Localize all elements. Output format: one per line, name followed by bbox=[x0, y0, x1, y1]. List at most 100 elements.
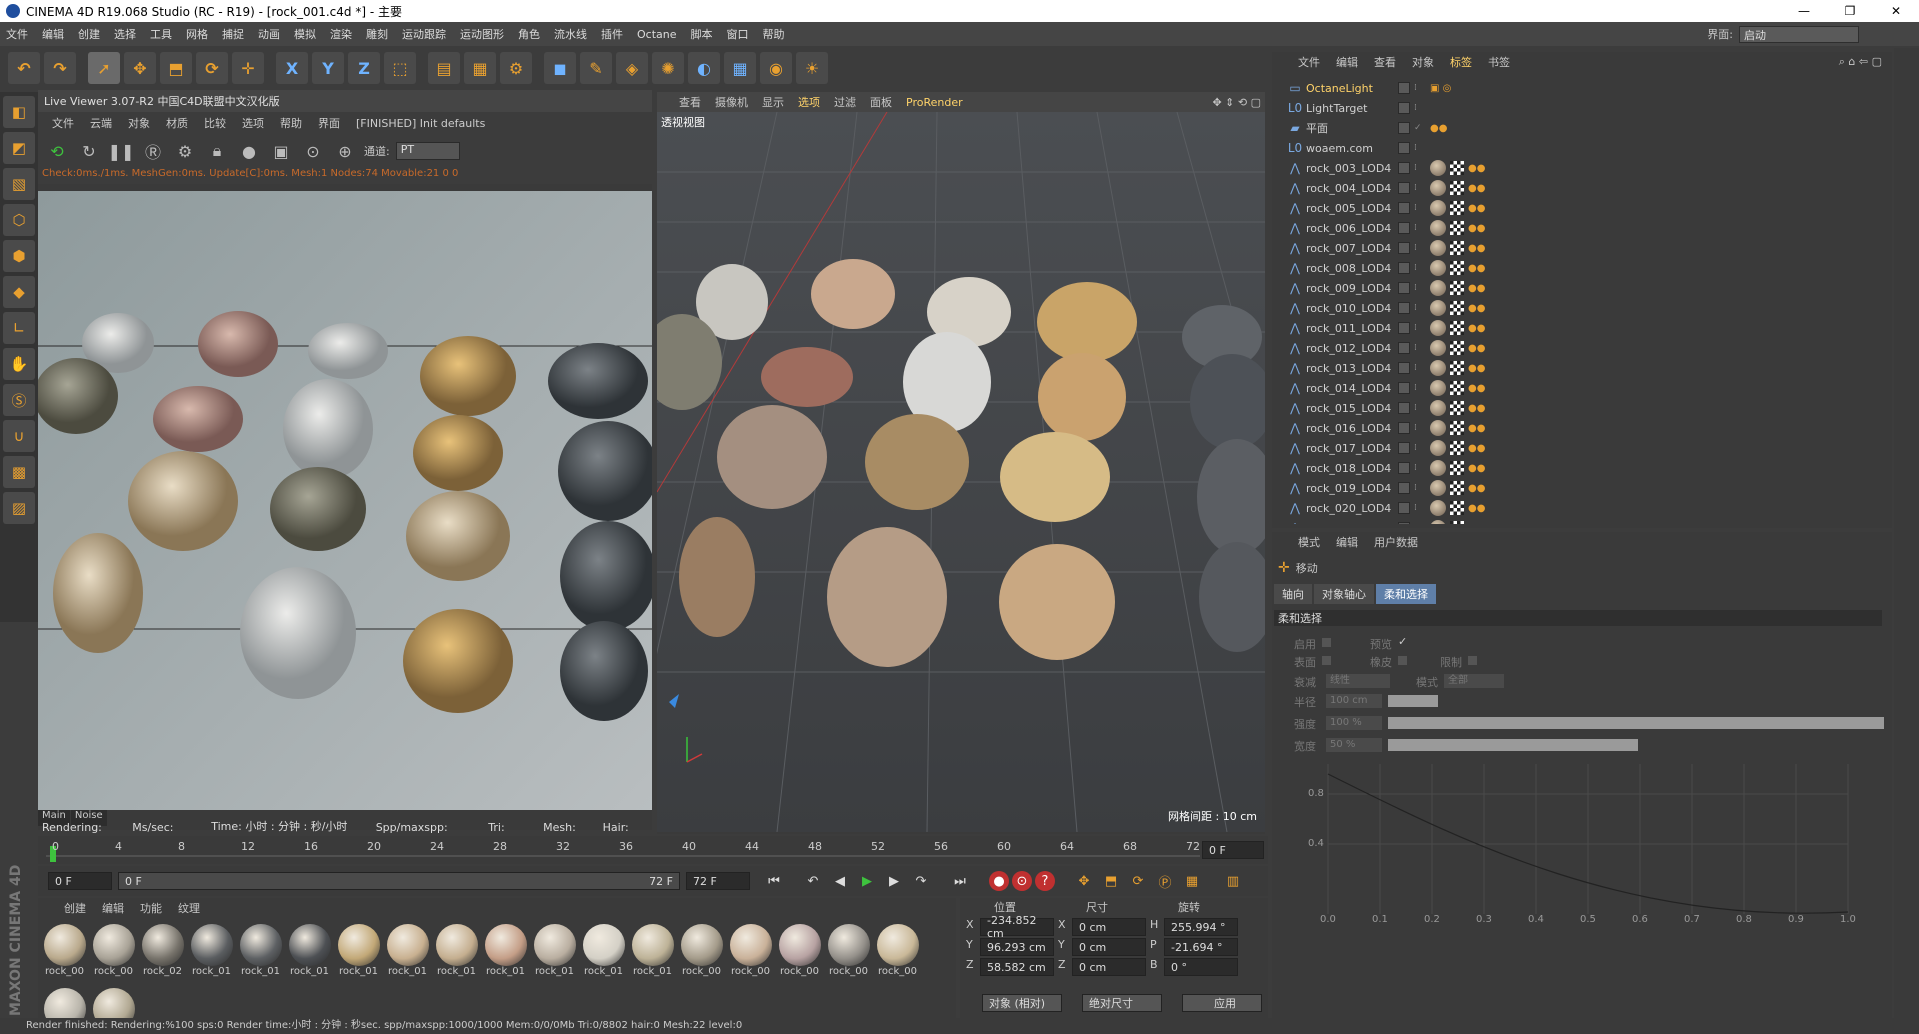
obj-menu-file[interactable]: 文件 bbox=[1298, 54, 1320, 70]
menu-mesh[interactable]: 网格 bbox=[186, 26, 208, 42]
phong-tag-icon[interactable]: ●● bbox=[1468, 323, 1485, 334]
mat-menu-edit[interactable]: 编辑 bbox=[102, 900, 124, 916]
axis-mode-icon[interactable]: ∟ bbox=[3, 312, 35, 344]
material-ball-icon[interactable]: ● bbox=[236, 138, 262, 164]
phong-tag-icon[interactable]: ●● bbox=[1468, 203, 1485, 214]
menu-motion-tracking[interactable]: 运动跟踪 bbox=[402, 26, 446, 42]
render-dot-icon[interactable]: ⁞ bbox=[1414, 183, 1417, 193]
menu-snap[interactable]: 捕捉 bbox=[222, 26, 244, 42]
move-icon[interactable]: ✥ bbox=[124, 52, 156, 84]
lv-menu-interface[interactable]: 界面 bbox=[318, 115, 340, 131]
rotate-icon[interactable]: ⟳ bbox=[196, 52, 228, 84]
key-rotation-icon[interactable]: ⟳ bbox=[1126, 869, 1150, 893]
render-view-icon[interactable]: ▤ bbox=[428, 52, 460, 84]
material-swatch[interactable]: rock_02 bbox=[140, 922, 185, 984]
coord-value-field[interactable]: 0 cm bbox=[1072, 938, 1146, 956]
lock-grid-icon[interactable]: ▩ bbox=[3, 456, 35, 488]
checker-tag-icon[interactable] bbox=[1450, 181, 1464, 195]
menu-simulate[interactable]: 模拟 bbox=[294, 26, 316, 42]
viewport-3d[interactable]: 透视视图 网格间距 : 10 cm bbox=[657, 112, 1265, 832]
tweak-icon[interactable]: ✋ bbox=[3, 348, 35, 380]
phong-tag-icon[interactable]: ●● bbox=[1468, 223, 1485, 234]
object-row[interactable]: ⋀ rock_013_LOD4 ⁞ ●● bbox=[1272, 358, 1880, 378]
render-dot-icon[interactable]: ⁞ bbox=[1414, 323, 1417, 333]
material-swatch[interactable]: rock_00 bbox=[91, 922, 136, 984]
material-tag-icon[interactable] bbox=[1430, 280, 1446, 296]
visibility-toggle[interactable] bbox=[1398, 222, 1410, 234]
phong-tag-icon[interactable]: ●● bbox=[1468, 283, 1485, 294]
enable-checkbox[interactable] bbox=[1322, 638, 1331, 647]
material-swatch[interactable]: rock_01 bbox=[581, 922, 626, 984]
object-row[interactable]: ⋀ rock_009_LOD4 ⁞ ●● bbox=[1272, 278, 1880, 298]
visibility-toggle[interactable] bbox=[1398, 142, 1410, 154]
next-frame-icon[interactable]: ▶ bbox=[882, 869, 906, 893]
coord-value-field[interactable]: 0 ° bbox=[1164, 958, 1238, 976]
mode-select[interactable]: 全部 bbox=[1444, 674, 1504, 688]
menu-plugins[interactable]: 插件 bbox=[601, 26, 623, 42]
checker-tag-icon[interactable] bbox=[1450, 301, 1464, 315]
render-dot-icon[interactable]: ⁞ bbox=[1414, 523, 1417, 524]
phong-tag-icon[interactable]: ●● bbox=[1468, 503, 1485, 514]
lv-menu-objects[interactable]: 对象 bbox=[128, 115, 150, 131]
size-mode-select[interactable]: 绝对尺寸 bbox=[1082, 994, 1162, 1012]
render-settings-icon[interactable]: ⚙ bbox=[500, 52, 532, 84]
object-row[interactable]: ▰ 平面 ✓ ●● bbox=[1272, 118, 1880, 138]
render-dot-icon[interactable]: ⁞ bbox=[1414, 443, 1417, 453]
checker-tag-icon[interactable] bbox=[1450, 241, 1464, 255]
phong-tag-icon[interactable]: ●● bbox=[1468, 423, 1485, 434]
material-swatch[interactable]: rock_01 bbox=[189, 922, 234, 984]
model-mode-icon[interactable]: ◧ bbox=[3, 96, 35, 128]
visibility-toggle[interactable] bbox=[1398, 242, 1410, 254]
material-tag-icon[interactable] bbox=[1430, 260, 1446, 276]
menu-script[interactable]: 脚本 bbox=[691, 26, 713, 42]
octane-light-tag-icon[interactable]: ▣ ◎ bbox=[1430, 83, 1451, 94]
attr-menu-edit[interactable]: 编辑 bbox=[1336, 534, 1358, 550]
play-icon[interactable]: ▶ bbox=[855, 869, 879, 893]
viewport-nav-icon[interactable]: ✥ ⇕ ⟲ ▢ bbox=[1212, 96, 1261, 109]
object-row[interactable]: ⋀ rock_011_LOD4 ⁞ ●● bbox=[1272, 318, 1880, 338]
polygons-mode-icon[interactable]: ◆ bbox=[3, 276, 35, 308]
phong-tag-icon[interactable]: ●● bbox=[1468, 363, 1485, 374]
visibility-toggle[interactable] bbox=[1398, 282, 1410, 294]
tab-axis[interactable]: 轴向 bbox=[1274, 584, 1312, 604]
render-image-area[interactable] bbox=[38, 184, 652, 810]
render-dot-icon[interactable]: ⁞ bbox=[1414, 103, 1417, 113]
mat-menu-function[interactable]: 功能 bbox=[140, 900, 162, 916]
magnet-icon[interactable]: ∪ bbox=[3, 420, 35, 452]
coord-value-field[interactable]: 0 cm bbox=[1072, 958, 1146, 976]
render-dot-icon[interactable]: ⁞ bbox=[1414, 423, 1417, 433]
phong-tag-icon[interactable]: ●● bbox=[1468, 403, 1485, 414]
material-swatch[interactable]: rock_01 bbox=[336, 922, 381, 984]
phong-tag-icon[interactable]: ●● bbox=[1468, 303, 1485, 314]
visibility-toggle[interactable] bbox=[1398, 322, 1410, 334]
menu-window[interactable]: 窗口 bbox=[727, 26, 749, 42]
menu-octane[interactable]: Octane bbox=[637, 28, 677, 41]
channel-select[interactable]: PT bbox=[395, 142, 460, 160]
object-row[interactable]: ⋀ rock_015_LOD4 ⁞ ●● bbox=[1272, 398, 1880, 418]
object-row[interactable]: ⋀ rock_012_LOD4 ⁞ ●● bbox=[1272, 338, 1880, 358]
menu-pipeline[interactable]: 流水线 bbox=[554, 26, 587, 42]
checker-tag-icon[interactable] bbox=[1450, 281, 1464, 295]
send-scene-icon[interactable]: ⟲ bbox=[44, 138, 70, 164]
render-dot-icon[interactable]: ⁞ bbox=[1414, 363, 1417, 373]
material-swatch[interactable]: rock_01 bbox=[238, 922, 283, 984]
visibility-toggle[interactable] bbox=[1398, 502, 1410, 514]
material-tag-icon[interactable] bbox=[1430, 500, 1446, 516]
render-dot-icon[interactable]: ⁞ bbox=[1414, 143, 1417, 153]
maximize-button[interactable]: ❐ bbox=[1827, 4, 1873, 18]
obj-menu-tags[interactable]: 标签 bbox=[1450, 54, 1472, 70]
material-swatch[interactable]: rock_01 bbox=[483, 922, 528, 984]
obj-menu-edit[interactable]: 编辑 bbox=[1336, 54, 1358, 70]
phong-tag-icon[interactable]: ●● bbox=[1468, 483, 1485, 494]
visibility-toggle[interactable] bbox=[1398, 122, 1410, 134]
vp-menu-prorender[interactable]: ProRender bbox=[906, 96, 963, 109]
visibility-toggle[interactable] bbox=[1398, 462, 1410, 474]
object-row[interactable]: L0 LightTarget ⁞ bbox=[1272, 98, 1880, 118]
object-row[interactable]: ⋀ rock_010_LOD4 ⁞ ●● bbox=[1272, 298, 1880, 318]
render-dot-icon[interactable]: ⁞ bbox=[1414, 283, 1417, 293]
key-param-icon[interactable]: Ⓟ bbox=[1153, 869, 1177, 893]
object-row[interactable]: ⋀ rock_018_LOD4 ⁞ ●● bbox=[1272, 458, 1880, 478]
surface-checkbox[interactable] bbox=[1322, 656, 1331, 665]
snap-icon[interactable]: Ⓢ bbox=[3, 384, 35, 416]
pick-icon[interactable]: ⊕ bbox=[332, 138, 358, 164]
